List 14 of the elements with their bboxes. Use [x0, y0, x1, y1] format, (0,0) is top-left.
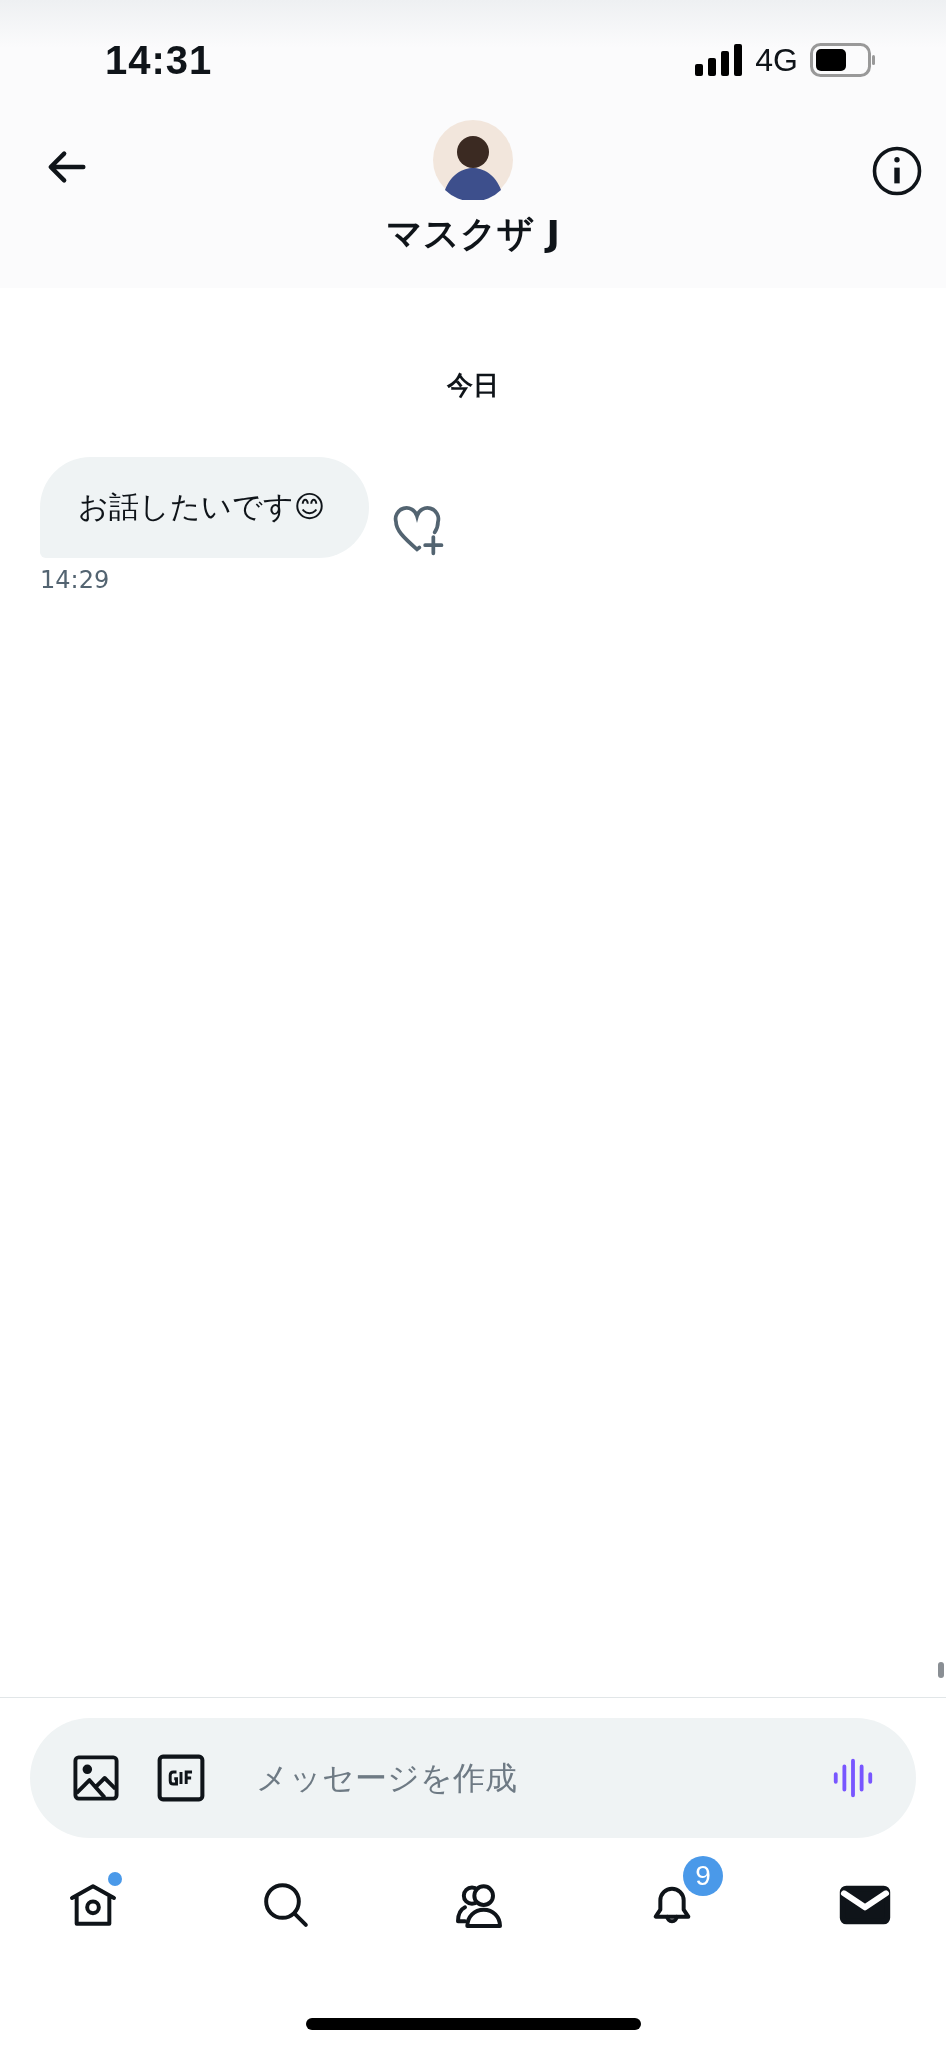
notification-count: 9	[683, 1856, 723, 1896]
status-time: 14:31	[105, 37, 213, 83]
battery-icon	[810, 43, 876, 77]
contact-name: マスクザ J	[386, 212, 560, 256]
network-label: 4G	[755, 41, 798, 79]
scrollbar	[938, 1662, 944, 1678]
image-icon[interactable]	[70, 1752, 122, 1804]
message-bubble[interactable]: お話したいです😊	[40, 457, 370, 558]
info-icon	[870, 144, 924, 198]
message-time: 14:29	[40, 566, 110, 594]
message-input[interactable]: メッセージを作成	[254, 1758, 798, 1798]
date-divider: 今日	[447, 369, 499, 402]
avatar[interactable]	[433, 120, 513, 200]
signal-icon	[695, 44, 744, 76]
